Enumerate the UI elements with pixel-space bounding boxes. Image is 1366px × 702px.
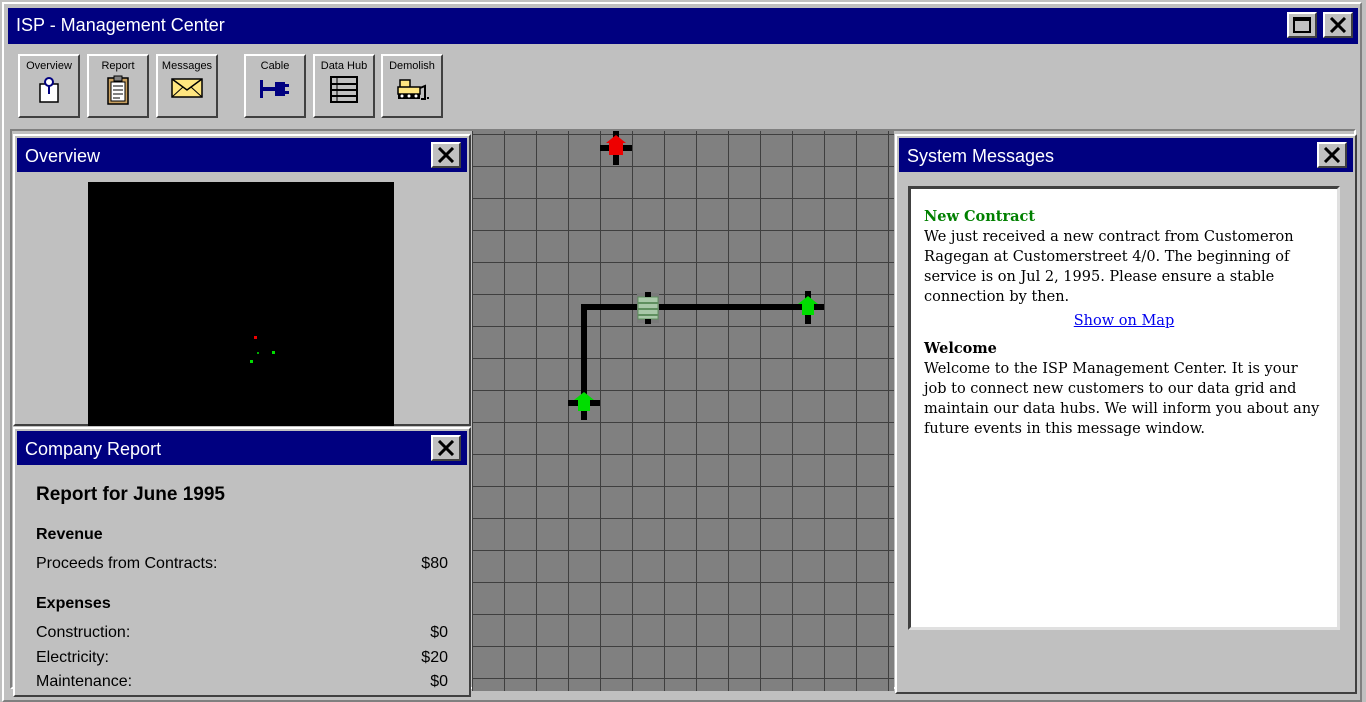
expense-value: $0 [430,624,448,641]
customer-house-connected[interactable] [568,387,600,420]
message-body: Welcome to the ISP Management Center. It… [924,361,1320,437]
report-button[interactable]: Report [87,54,149,118]
data-hub-icon [330,76,358,103]
map-layer [568,131,824,420]
message-heading: Welcome [924,340,997,357]
overview-button[interactable]: Overview [18,54,80,118]
maximize-button[interactable] [1287,12,1317,38]
revenue-value: $80 [421,555,448,572]
close-icon [437,147,455,163]
report-button-label: Report [101,60,135,72]
overview-icon [39,77,59,103]
revenue-label: Proceeds from Contracts: [36,555,218,572]
window-title: ISP - Management Center [16,15,225,35]
bulldozer-icon [397,79,429,100]
data-hub-button-label: Data Hub [320,60,368,72]
revenue-heading: Revenue [36,526,103,543]
expense-label: Maintenance: [36,673,133,690]
message-heading: New Contract [924,208,1036,225]
app-window: ISP - Management Center Overview Report … [0,0,1366,702]
messages-panel-titlebar[interactable]: System Messages [899,138,1353,172]
close-icon [1323,147,1341,163]
data-hub[interactable] [637,292,659,324]
expense-row: Electricity: $20 [36,649,448,667]
minimap-hub-marker [257,352,259,354]
customer-house-pending[interactable] [600,131,632,165]
report-panel-title: Company Report [25,439,162,459]
close-window-button[interactable] [1323,12,1353,38]
show-on-map-link[interactable]: Show on Map [924,311,1324,331]
customer-house-connected[interactable] [792,291,824,324]
clipboard-icon [107,75,129,105]
close-icon [437,440,455,456]
cable-icon [260,80,289,98]
cable-button[interactable]: Cable [244,54,306,118]
minimap-connected-marker [272,351,275,354]
expense-row: Maintenance: $0 [36,673,448,691]
cable-button-label: Cable [260,60,290,72]
overview-button-label: Overview [26,60,72,72]
report-close-button[interactable] [431,435,461,461]
report-panel-titlebar[interactable]: Company Report [17,431,467,465]
message-item: New Contract We just received a new cont… [924,207,1324,331]
demolish-button-label: Demolish [389,60,435,72]
maximize-icon [1293,17,1311,33]
overview-panel-title: Overview [25,146,101,166]
message-list[interactable]: New Contract We just received a new cont… [908,186,1340,630]
overview-close-button[interactable] [431,142,461,168]
window-titlebar[interactable]: ISP - Management Center [8,8,1358,44]
demolish-button[interactable]: Demolish [381,54,443,118]
revenue-row: Proceeds from Contracts: $80 [36,555,448,573]
messages-button[interactable]: Messages [156,54,218,118]
minimap-connected-marker [250,360,253,363]
message-item: Welcome Welcome to the ISP Management Ce… [924,339,1324,439]
message-body: We just received a new contract from Cus… [924,229,1294,305]
messages-button-label: Messages [161,60,213,72]
envelope-icon [171,78,203,98]
messages-panel-title: System Messages [907,146,1055,166]
data-hub-button[interactable]: Data Hub [313,54,375,118]
expense-value: $0 [430,673,448,690]
minimap[interactable] [88,182,394,426]
overview-panel: Overview [13,134,471,426]
expense-row: Construction: $0 [36,624,448,642]
expense-value: $20 [421,649,448,666]
expense-label: Electricity: [36,649,109,666]
expense-label: Construction: [36,624,131,641]
minimap-pending-marker [254,336,257,339]
city-map[interactable] [472,131,894,691]
report-heading: Report for June 1995 [36,484,225,505]
expenses-heading: Expenses [36,595,111,612]
overview-panel-titlebar[interactable]: Overview [17,138,467,172]
close-icon [1329,17,1347,33]
messages-close-button[interactable] [1317,142,1347,168]
